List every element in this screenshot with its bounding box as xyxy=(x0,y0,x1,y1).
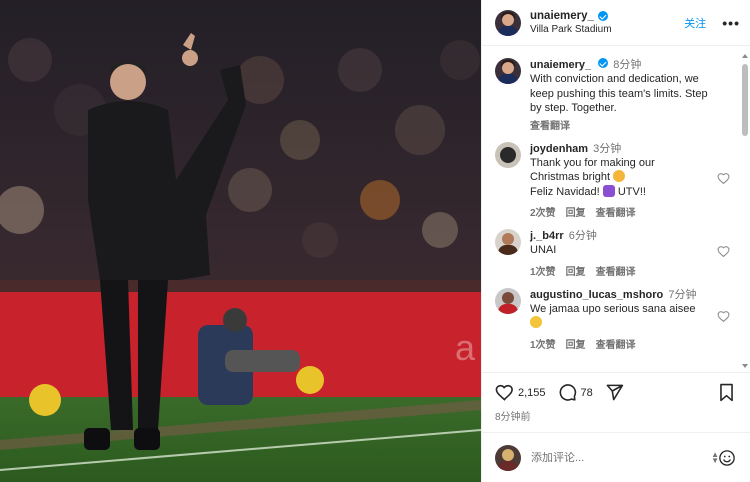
share-button[interactable] xyxy=(605,383,624,402)
comment-header: j._b4rr 6分钟 xyxy=(530,229,716,243)
scrollbar-thumb[interactable] xyxy=(742,64,748,136)
coach-photo-image: a xyxy=(0,0,481,482)
author-name-row: unaiemery_ xyxy=(530,10,684,22)
comment-item: joydenham 3分钟 Thank you for making our C… xyxy=(495,141,738,220)
star-struck-emoji-icon xyxy=(613,170,626,182)
comment-meta: 1次赞 回复 查看翻译 xyxy=(530,263,716,278)
verified-badge-icon xyxy=(598,58,609,68)
comment-like-heart-icon[interactable] xyxy=(717,172,730,184)
save-button[interactable] xyxy=(717,383,736,402)
comment-username[interactable]: j._b4rr xyxy=(530,230,564,242)
current-user-avatar xyxy=(495,444,521,471)
author-avatar[interactable] xyxy=(495,9,521,36)
comment-like-heart-icon[interactable] xyxy=(717,310,730,322)
comment-text-line: Feliz Navidad! UTV!! xyxy=(530,184,716,200)
more-options-icon[interactable]: ••• xyxy=(722,15,740,31)
caption-username[interactable]: unaiemery_ xyxy=(530,59,591,71)
post-location[interactable]: Villa Park Stadium xyxy=(530,24,684,35)
post-photo[interactable]: a xyxy=(0,0,481,482)
comment-text-part: Feliz Navidad! xyxy=(530,185,600,198)
commenter-avatar[interactable] xyxy=(495,287,521,314)
post-timestamp: 8分钟前 xyxy=(495,412,531,423)
caption-body: unaiemery_ 8分钟 With conviction and dedic… xyxy=(530,58,738,132)
bookmark-icon xyxy=(720,383,733,402)
verified-badge-icon xyxy=(597,11,608,21)
comment-header: joydenham 3分钟 xyxy=(530,142,716,156)
comment-meta: 2次赞 回复 查看翻译 xyxy=(530,204,716,219)
comment-body: augustino_lucas_mshoro 7分钟 We jamaa upo … xyxy=(530,288,738,351)
scroll-down-arrow-icon[interactable] xyxy=(742,364,748,368)
comment-text-line: Christmas bright xyxy=(530,170,716,185)
purple-heart-emoji-icon xyxy=(602,184,615,197)
comment-text-line: Thank you for making our xyxy=(530,156,655,169)
post-sidebar: unaiemery_ Villa Park Stadium 关注 ••• una… xyxy=(481,0,750,482)
translate-link[interactable]: 查看翻译 xyxy=(596,336,636,351)
caption-text: With conviction and dedication, we keep … xyxy=(530,73,708,114)
comment-text-part: UTV!! xyxy=(617,185,646,198)
resize-arrows-icon: ▲ ▼ xyxy=(711,450,719,465)
caption-header: unaiemery_ 8分钟 xyxy=(530,58,716,72)
comment-time: 6分钟 xyxy=(568,230,597,242)
comment-text-part: We jamaa upo serious sana aisee xyxy=(530,302,696,315)
comment-username[interactable]: joydenham xyxy=(530,143,588,155)
comment-input[interactable] xyxy=(531,451,718,464)
comment-composer: ▲▼ xyxy=(482,432,750,482)
author-username[interactable]: unaiemery_ xyxy=(530,10,594,22)
comment-text: UNAI xyxy=(530,244,557,256)
comment-icon xyxy=(559,384,576,401)
translate-link[interactable]: 查看翻译 xyxy=(596,263,636,278)
comment-meta: 1次赞 回复 查看翻译 xyxy=(530,336,716,351)
instagram-post-window: a unaiemery_ Villa Park Stadium 关注 ••• u… xyxy=(0,0,750,482)
comment-likes[interactable]: 1次赞 xyxy=(530,336,556,351)
comment-like-heart-icon[interactable] xyxy=(717,245,730,257)
reply-button[interactable]: 回复 xyxy=(566,204,586,219)
comment-time: 7分钟 xyxy=(668,288,697,301)
comment-header: augustino_lucas_mshoro 7分钟 xyxy=(530,288,716,302)
comment-text: Thank you for making our Christmas brigh… xyxy=(530,156,716,200)
comment-body: joydenham 3分钟 Thank you for making our C… xyxy=(530,142,738,220)
post-actions: 2,155 78 8分钟前 xyxy=(482,372,750,432)
comment-button[interactable]: 78 xyxy=(558,383,593,402)
translate-link[interactable]: 查看翻译 xyxy=(596,204,636,219)
author-info: unaiemery_ Villa Park Stadium xyxy=(530,10,684,35)
like-count[interactable]: 2,155 xyxy=(518,387,546,399)
comment-item: augustino_lucas_mshoro 7分钟 We jamaa upo … xyxy=(495,287,738,351)
post-header: unaiemery_ Villa Park Stadium 关注 ••• xyxy=(482,0,750,46)
caption-translate-link[interactable]: 查看翻译 xyxy=(530,117,716,132)
action-row: 2,155 78 xyxy=(495,383,736,402)
comments-scrollbar[interactable] xyxy=(742,54,748,368)
emoji-icon[interactable] xyxy=(718,449,736,467)
svg-text:a: a xyxy=(455,327,476,368)
caption-item: unaiemery_ 8分钟 With conviction and dedic… xyxy=(495,58,738,132)
comment-likes[interactable]: 1次赞 xyxy=(530,263,556,278)
comment-username[interactable]: augustino_lucas_mshoro xyxy=(530,289,663,301)
comment-time: 3分钟 xyxy=(593,142,622,155)
commenter-avatar[interactable] xyxy=(495,141,521,168)
follow-button[interactable]: 关注 xyxy=(684,15,706,31)
comment-text-part: Christmas bright xyxy=(530,171,611,183)
scroll-up-arrow-icon[interactable] xyxy=(742,54,748,58)
caption-time: 8分钟 xyxy=(613,59,642,71)
send-icon xyxy=(606,384,623,401)
reply-button[interactable]: 回复 xyxy=(566,336,586,351)
caption-avatar[interactable] xyxy=(495,58,521,84)
like-button[interactable]: 2,155 xyxy=(495,383,546,402)
reply-button[interactable]: 回复 xyxy=(566,263,586,278)
comment-body: j._b4rr 6分钟 UNAI 1次赞 回复 查看翻译 xyxy=(530,229,738,278)
comment-likes[interactable]: 2次赞 xyxy=(530,204,556,219)
heart-icon xyxy=(495,384,513,401)
comment-item: j._b4rr 6分钟 UNAI 1次赞 回复 查看翻译 xyxy=(495,229,738,278)
grinning-emoji-icon xyxy=(530,316,542,328)
comment-text: We jamaa upo serious sana aisee xyxy=(530,302,716,331)
comment-list[interactable]: unaiemery_ 8分钟 With conviction and dedic… xyxy=(482,47,738,369)
comment-count[interactable]: 78 xyxy=(581,387,593,399)
commenter-avatar[interactable] xyxy=(495,229,521,255)
